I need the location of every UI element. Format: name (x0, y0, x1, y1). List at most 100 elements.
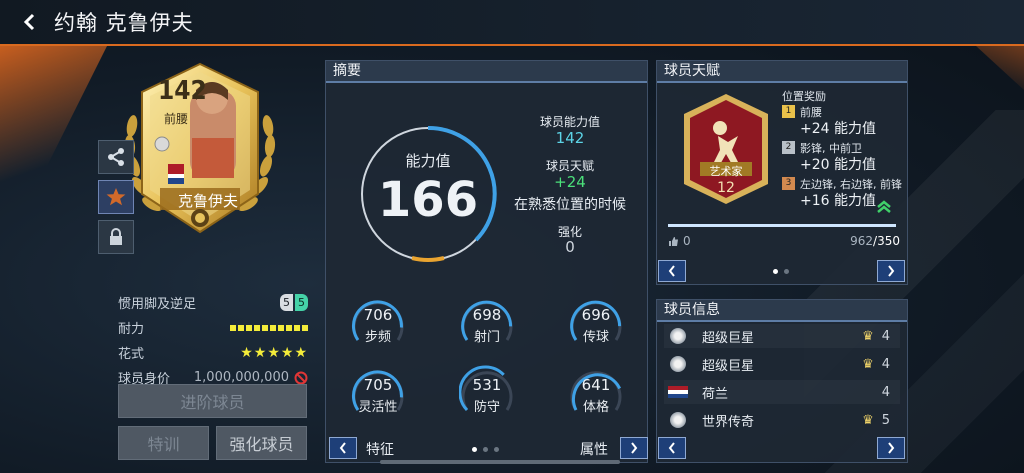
talent-page-dots (773, 269, 789, 274)
stamina-segment (294, 324, 300, 331)
ability-value: 166 (377, 172, 479, 228)
attribute-label: 灵活性 (358, 400, 398, 415)
info-value: 4 (881, 384, 890, 400)
stamina-bar (230, 324, 308, 331)
bonus-rank-badge: 3 (782, 177, 795, 190)
talent-prev-button[interactable] (658, 260, 686, 282)
attribute-label: 步频 (364, 330, 391, 345)
trophy-icon: ♛ (862, 356, 874, 372)
summary-footer-left: 特征 (366, 442, 394, 458)
player-badge-icon (670, 356, 686, 372)
stamina-segment (262, 324, 268, 331)
stat-label: 花式 (118, 347, 145, 362)
strengthen-player-button[interactable]: 强化球员 (216, 426, 307, 460)
talent-next-button[interactable] (877, 260, 905, 282)
summary-page-dots (472, 447, 499, 452)
page-dot-active (472, 447, 477, 452)
stat-label: 惯用脚及逆足 (118, 297, 197, 312)
stamina-segment (302, 324, 308, 331)
share-button[interactable] (98, 140, 134, 174)
info-row[interactable]: 世界传奇 ♛ 5 (664, 408, 900, 432)
likes-group: 0 (668, 234, 691, 248)
top-bar: 约翰 克鲁伊夫 (0, 0, 1024, 46)
progress-current: 962 (850, 234, 874, 248)
stat-row-stamina: 耐力 (118, 315, 308, 340)
chevron-right-icon (888, 442, 895, 454)
share-icon (108, 148, 124, 166)
attribute-label: 传球 (582, 330, 609, 345)
attribute-value: 641 (581, 376, 611, 394)
stamina-segment (286, 324, 292, 331)
summary-footer-right: 属性 (580, 442, 608, 458)
favorite-button[interactable] (98, 180, 134, 214)
info-label: 超级巨星 (702, 358, 755, 374)
info-value: 4 (881, 328, 890, 344)
likes-count: 0 (683, 234, 691, 248)
player-basic-stats: 惯用脚及逆足 5 5 耐力 花式 ★★★★★ 球员身价 1,000,000,00… (118, 290, 308, 390)
chevron-left-icon (668, 265, 675, 277)
foot-badges: 5 5 (280, 294, 308, 311)
player-card[interactable]: 142 前腰 克鲁伊夫 (120, 56, 280, 246)
talent-progress-text: 962/350 (820, 234, 900, 248)
attribute-label: 体格 (582, 400, 609, 415)
info-label: 荷兰 (702, 386, 729, 402)
talent-progress-track (668, 224, 896, 227)
player-badge-icon (670, 412, 686, 428)
back-button[interactable] (18, 11, 40, 33)
info-row[interactable]: 超级巨星 ♛ 4 (664, 352, 900, 376)
talent-value: +24 (554, 173, 586, 191)
attribute-value: 531 (472, 376, 502, 394)
info-prev-button[interactable] (658, 437, 686, 459)
thumbs-up-icon (669, 236, 678, 246)
info-panel-title: 球员信息 (657, 300, 907, 322)
page-dot (483, 447, 488, 452)
advance-player-button[interactable]: 进阶球员 (118, 384, 307, 418)
bonus-title: 位置奖励 (782, 90, 826, 103)
player-value: 1,000,000,000 (193, 370, 289, 385)
bonus-value: +20 能力值 (800, 157, 876, 173)
chevron-right-icon (631, 442, 638, 454)
summary-prev-button[interactable] (329, 437, 357, 459)
talent-badge-level: 12 (717, 180, 735, 196)
bonus-value: +16 能力值 (800, 193, 876, 209)
info-value: 5 (881, 412, 890, 428)
background-accent (0, 40, 110, 260)
card-player-name: 克鲁伊夫 (177, 192, 238, 210)
progress-total: /350 (873, 234, 900, 248)
foot-badge-strong: 5 (280, 294, 293, 311)
summary-scrollbar[interactable] (380, 460, 620, 464)
stamina-segment (230, 324, 236, 331)
bonus-rank-badge: 2 (782, 141, 795, 154)
info-label: 超级巨星 (702, 330, 755, 346)
upgrade-arrows-icon (877, 200, 891, 213)
info-next-button[interactable] (877, 437, 905, 459)
lock-icon (110, 228, 122, 245)
attribute-label: 射门 (473, 330, 500, 345)
strengthen-value: 0 (565, 238, 575, 256)
summary-next-button[interactable] (620, 437, 648, 459)
ability-label: 能力值 (405, 152, 451, 170)
info-row[interactable]: 超级巨星 ♛ 4 (664, 324, 900, 348)
bonus-value: +24 能力值 (800, 121, 876, 137)
talent-badge-name: 艺术家 (709, 165, 743, 178)
trophy-icon: ♛ (862, 328, 874, 344)
star-icon (106, 188, 126, 206)
attribute-value: 698 (472, 306, 502, 324)
trophy-icon: ♛ (862, 412, 874, 428)
info-row[interactable]: 荷兰 4 (664, 380, 900, 404)
info-label: 世界传奇 (702, 414, 755, 430)
stamina-segment (238, 324, 244, 331)
player-badge-icon (670, 328, 686, 344)
page-dot (784, 269, 789, 274)
player-ability-value: 142 (555, 129, 585, 147)
foot-badge-weak: 5 (295, 294, 308, 311)
value-group: 1,000,000,000 (194, 370, 308, 385)
lock-button[interactable] (98, 220, 134, 254)
info-value: 4 (881, 356, 890, 372)
page-dot (494, 447, 499, 452)
talent-label: 球员天赋 (545, 159, 594, 173)
card-rating: 142 (158, 76, 207, 106)
special-train-button[interactable]: 特训 (118, 426, 209, 460)
attribute-value: 705 (363, 376, 393, 394)
netherlands-flag-icon (668, 386, 688, 398)
